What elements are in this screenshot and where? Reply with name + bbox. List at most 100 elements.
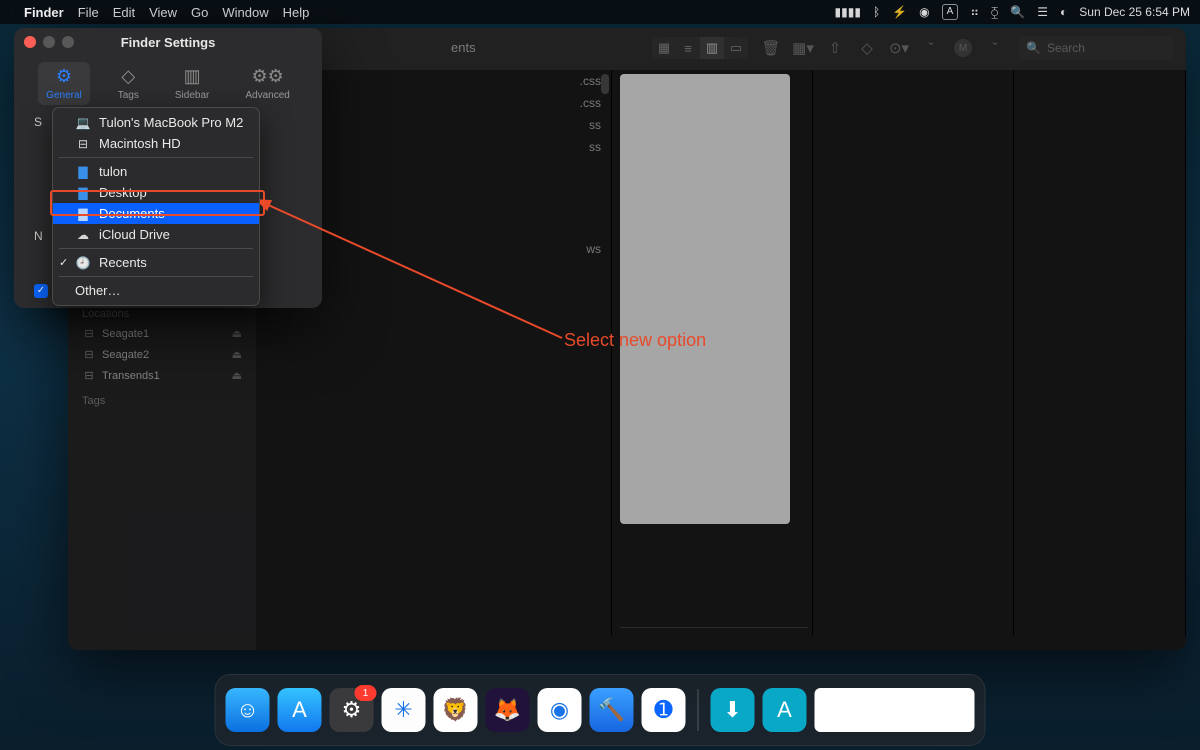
bluetooth-icon[interactable]: ᛒ xyxy=(873,5,880,19)
dock-xcode[interactable]: 🔨 xyxy=(590,688,634,732)
separator xyxy=(59,157,253,158)
menu-file[interactable]: File xyxy=(78,5,99,20)
sidebar-item-seagate1[interactable]: ⊟ Seagate1 ⏏ xyxy=(76,324,248,343)
file-row[interactable]: .css xyxy=(428,92,611,114)
checkbox[interactable]: ✓ xyxy=(34,284,48,298)
list-view-icon[interactable]: ≡ xyxy=(676,37,700,59)
tab-sidebar[interactable]: ▥ Sidebar xyxy=(167,62,217,105)
search-input[interactable]: 🔍 Search xyxy=(1018,36,1174,60)
dock-settings[interactable]: ⚙1 xyxy=(330,688,374,732)
menu-edit[interactable]: Edit xyxy=(113,5,135,20)
menu-window[interactable]: Window xyxy=(222,5,268,20)
window-title: ents xyxy=(451,40,476,55)
option-label: Other… xyxy=(75,283,121,298)
drive-icon: ⊟ xyxy=(82,348,96,361)
chevron-down-icon[interactable]: ˇ xyxy=(922,39,940,57)
battery-icon[interactable]: ▮▮▮▮ xyxy=(835,5,861,19)
input-source[interactable]: A xyxy=(942,4,959,20)
file-row[interactable]: ss xyxy=(428,114,611,136)
gallery-view-icon[interactable]: ▭ xyxy=(724,37,748,59)
more-icon[interactable]: ⊙▾ xyxy=(890,39,908,57)
dock-1password[interactable]: ➊ xyxy=(642,688,686,732)
dock-downloads[interactable]: ⬇ xyxy=(711,688,755,732)
tab-general[interactable]: ⚙General xyxy=(38,62,90,105)
option-label: iCloud Drive xyxy=(99,227,170,242)
view-switcher[interactable]: ▦ ≡ ▥ ▭ xyxy=(652,37,748,59)
option-macbook[interactable]: 💻Tulon's MacBook Pro M2 xyxy=(53,112,259,133)
dock-finder[interactable]: ☺ xyxy=(226,688,270,732)
icon-view-icon[interactable]: ▦ xyxy=(652,37,676,59)
option-recents[interactable]: ✓🕘Recents xyxy=(53,252,259,273)
power-icon[interactable]: ⚡ xyxy=(892,5,907,19)
siri-icon[interactable]: ◐ xyxy=(1060,5,1067,19)
new-window-folder-dropdown[interactable]: 💻Tulon's MacBook Pro M2 ⊟Macintosh HD ▇ t… xyxy=(52,107,260,306)
search-icon: 🔍 xyxy=(1026,41,1041,55)
folder-icon: ▇ xyxy=(75,207,91,221)
menu-go[interactable]: Go xyxy=(191,5,208,20)
column-browser: .css .css ss ss ws xyxy=(428,70,1186,636)
wifi-icon[interactable]: ⧲ xyxy=(991,5,998,20)
sidebar-item-transends1[interactable]: ⊟Transends1⏏ xyxy=(76,366,248,385)
drive-icon: ⊟ xyxy=(82,369,96,382)
laptop-icon: 💻 xyxy=(75,116,91,130)
trash-icon[interactable]: 🗑 xyxy=(762,39,780,57)
tab-advanced[interactable]: ⚙⚙Advanced xyxy=(237,62,297,105)
option-macintosh-hd[interactable]: ⊟Macintosh HD xyxy=(53,133,259,154)
dots-icon[interactable]: ⠶ xyxy=(970,5,979,19)
tag-icon[interactable]: ◇ xyxy=(858,39,876,57)
dock-apps-folder[interactable]: A xyxy=(763,688,807,732)
folder-icon: ▇ xyxy=(75,165,91,179)
file-row[interactable]: ws xyxy=(428,238,611,260)
column-2[interactable] xyxy=(612,70,813,636)
sidebar-item-seagate2[interactable]: ⊟Seagate2⏏ xyxy=(76,345,248,364)
option-icloud-drive[interactable]: ☁ iCloud Drive xyxy=(53,224,259,245)
eject-icon[interactable]: ⏏ xyxy=(232,369,242,382)
tab-tags[interactable]: ◇Tags xyxy=(110,62,147,105)
tab-label: Tags xyxy=(118,90,139,101)
eject-icon[interactable]: ⏏ xyxy=(232,327,242,340)
column-1[interactable]: .css .css ss ss ws xyxy=(428,70,612,636)
screen-record-icon[interactable]: ◉ xyxy=(919,5,929,19)
group-icon[interactable]: ▦▾ xyxy=(794,39,812,57)
control-center-icon[interactable]: ☰ xyxy=(1037,5,1048,19)
dock-appstore[interactable]: A xyxy=(278,688,322,732)
menubar: Finder File Edit View Go Window Help ▮▮▮… xyxy=(0,0,1200,24)
sidebar-icon: ▥ xyxy=(184,66,201,87)
file-row[interactable]: .css xyxy=(428,70,611,92)
gear-icon: ⚙ xyxy=(56,66,72,87)
column-3[interactable] xyxy=(813,70,1014,636)
menu-help[interactable]: Help xyxy=(283,5,310,20)
file-row[interactable]: ss xyxy=(428,136,611,158)
share-icon[interactable]: ⇧ xyxy=(826,39,844,57)
spotlight-icon[interactable]: 🔍 xyxy=(1010,5,1025,19)
dock-chrome[interactable]: ◉ xyxy=(538,688,582,732)
tab-label: Sidebar xyxy=(175,90,209,101)
clock[interactable]: Sun Dec 25 6:54 PM xyxy=(1079,5,1190,19)
chevron-down-icon[interactable]: ˇ xyxy=(986,39,1004,57)
menu-view[interactable]: View xyxy=(149,5,177,20)
option-other[interactable]: Other… xyxy=(53,280,259,301)
dock-minimized-window[interactable] xyxy=(815,688,975,732)
dock-safari[interactable]: ✳ xyxy=(382,688,426,732)
option-label: Recents xyxy=(99,255,147,270)
column-4[interactable] xyxy=(1014,70,1186,636)
option-desktop[interactable]: ▇Desktop xyxy=(53,182,259,203)
folder-icon: ▇ xyxy=(75,186,91,200)
cloud-icon: ☁ xyxy=(75,228,91,242)
dock-firefox[interactable]: 🦊 xyxy=(486,688,530,732)
option-label: Macintosh HD xyxy=(99,136,181,151)
option-label: tulon xyxy=(99,164,127,179)
dock-brave[interactable]: 🦁 xyxy=(434,688,478,732)
eject-icon[interactable]: ⏏ xyxy=(232,348,242,361)
option-tulon[interactable]: ▇ tulon xyxy=(53,161,259,182)
account-icon[interactable]: M xyxy=(954,39,972,57)
badge: 1 xyxy=(355,685,377,701)
sidebar-item-label: Seagate1 xyxy=(102,328,149,340)
search-placeholder: Search xyxy=(1047,41,1085,55)
app-menu[interactable]: Finder xyxy=(24,5,64,20)
column-view-icon[interactable]: ▥ xyxy=(700,37,724,59)
drive-icon: ⊟ xyxy=(82,327,96,340)
option-documents[interactable]: ▇Documents xyxy=(53,203,259,224)
sidebar-section-locations: Locations xyxy=(82,308,248,320)
separator xyxy=(59,276,253,277)
